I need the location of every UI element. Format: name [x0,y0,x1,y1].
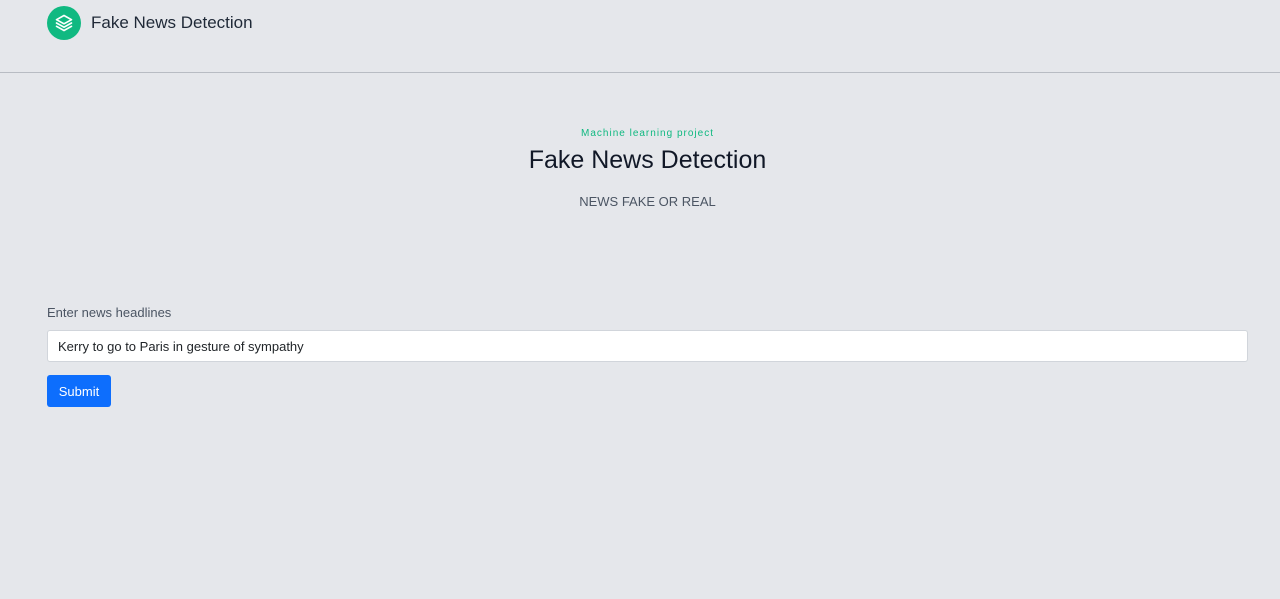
brand-title: Fake News Detection [91,13,253,32]
page-title: Fake News Detection [528,146,767,174]
headline-form: Enter news headlines Submit [47,305,1248,407]
headline-label: Enter news headlines [47,305,172,320]
page-subtitle: NEWS FAKE OR REAL [579,194,716,209]
brand-link[interactable]: Fake News Detection [47,6,253,40]
submit-button[interactable]: Submit [47,375,111,407]
top-navbar: Fake News Detection [0,0,1280,73]
project-eyebrow: Machine learning project [581,128,714,139]
layers-icon [47,6,81,40]
hero-section: Machine learning project Fake News Detec… [0,127,1280,210]
headline-input[interactable] [47,330,1248,362]
